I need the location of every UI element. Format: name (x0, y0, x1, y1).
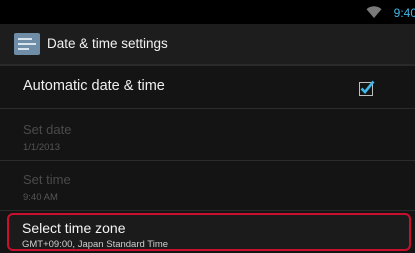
select-time-zone-label: Select time zone (22, 220, 126, 236)
settings-app-icon (14, 33, 40, 55)
set-time-label: Set time (23, 172, 71, 187)
set-date-label: Set date (23, 122, 72, 137)
status-bar: 9:40 (0, 0, 415, 24)
set-date-row: Set date 1/1/2013 (0, 112, 415, 161)
automatic-date-time-row[interactable]: Automatic date & time (0, 66, 415, 109)
time-zone-value: GMT+09:00, Japan Standard Time (22, 239, 169, 250)
page-title: Date & time settings (47, 36, 168, 51)
automatic-date-time-checkbox[interactable] (359, 80, 375, 96)
automatic-date-time-label: Automatic date & time (23, 78, 165, 94)
set-time-row: Set time 9:40 AM (0, 162, 415, 211)
set-time-value: 9:40 AM (23, 192, 58, 203)
set-date-value: 1/1/2013 (23, 142, 60, 153)
status-time: 9:40 (393, 6, 415, 20)
wifi-icon (366, 6, 382, 18)
select-time-zone-row[interactable]: Select time zone GMT+09:00, Japan Standa… (7, 213, 411, 251)
action-bar: Date & time settings (0, 24, 415, 66)
